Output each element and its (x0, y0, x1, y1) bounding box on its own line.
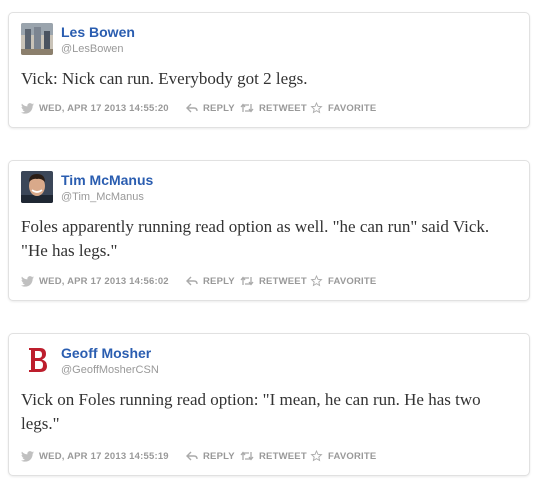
favorite-button[interactable]: FAVORITE (310, 101, 376, 115)
reply-label: REPLY (203, 102, 235, 114)
reply-arrow-icon (186, 451, 198, 461)
reply-button[interactable]: REPLY (186, 449, 235, 463)
author-name[interactable]: Tim McManus (61, 172, 153, 188)
tweet-text: Vick on Foles running read option: "I me… (21, 390, 481, 433)
tweet-timestamp[interactable]: WED, APR 17 2013 14:55:19 (21, 449, 169, 463)
retweet-icon (240, 451, 254, 461)
retweet-label: RETWEET (259, 275, 307, 287)
retweet-label: RETWEET (259, 450, 307, 462)
retweet-button[interactable]: RETWEET (240, 101, 307, 115)
favorite-button[interactable]: FAVORITE (310, 449, 376, 463)
embedded-tweet: Tim McManus @Tim_McManus Foles apparentl… (8, 160, 530, 301)
avatar[interactable] (21, 171, 53, 203)
timestamp-label: WED, APR 17 2013 14:55:19 (39, 450, 169, 462)
twitter-bird-icon (21, 450, 34, 462)
author-handle[interactable]: @Tim_McManus (61, 191, 144, 203)
star-outline-icon (310, 275, 323, 287)
reply-arrow-icon (186, 276, 198, 286)
tweet-text: Vick: Nick can run. Everybody got 2 legs… (21, 69, 308, 88)
avatar[interactable] (21, 344, 53, 376)
embedded-tweet: Geoff Mosher @GeoffMosherCSN Vick on Fol… (8, 333, 530, 476)
avatar[interactable] (21, 23, 53, 55)
retweet-icon (240, 103, 254, 113)
author-handle[interactable]: @GeoffMosherCSN (61, 364, 159, 376)
reply-label: REPLY (203, 275, 235, 287)
reply-label: REPLY (203, 450, 235, 462)
author-name[interactable]: Geoff Mosher (61, 345, 151, 361)
tweet-meta: WED, APR 17 2013 14:55:19 REPLY RETWEET … (21, 449, 517, 463)
reply-arrow-icon (186, 103, 198, 113)
tweet-meta: WED, APR 17 2013 14:55:20 REPLY RETWEET … (21, 101, 517, 115)
retweet-icon (240, 276, 254, 286)
tweet-timestamp[interactable]: WED, APR 17 2013 14:55:20 (21, 101, 169, 115)
retweet-button[interactable]: RETWEET (240, 274, 307, 288)
timestamp-label: WED, APR 17 2013 14:56:02 (39, 275, 169, 287)
retweet-button[interactable]: RETWEET (240, 449, 307, 463)
twitter-bird-icon (21, 102, 34, 114)
avatar-photo (21, 171, 53, 203)
twitter-bird-icon (21, 275, 34, 287)
author-name[interactable]: Les Bowen (61, 24, 135, 40)
favorite-button[interactable]: FAVORITE (310, 274, 376, 288)
red-sox-b-logo-icon (21, 344, 53, 376)
favorite-label: FAVORITE (328, 275, 377, 287)
favorite-label: FAVORITE (328, 450, 377, 462)
retweet-label: RETWEET (259, 102, 307, 114)
reply-button[interactable]: REPLY (186, 274, 235, 288)
timestamp-label: WED, APR 17 2013 14:55:20 (39, 102, 169, 114)
tweet-timestamp[interactable]: WED, APR 17 2013 14:56:02 (21, 274, 169, 288)
reply-button[interactable]: REPLY (186, 101, 235, 115)
author-handle[interactable]: @LesBowen (61, 43, 124, 55)
star-outline-icon (310, 450, 323, 462)
embedded-tweet: Les Bowen @LesBowen Vick: Nick can run. … (8, 12, 530, 128)
favorite-label: FAVORITE (328, 102, 377, 114)
avatar-photo (21, 23, 53, 55)
tweet-meta: WED, APR 17 2013 14:56:02 REPLY RETWEET … (21, 274, 517, 288)
star-outline-icon (310, 102, 323, 114)
tweet-text: Foles apparently running read option as … (21, 217, 490, 260)
